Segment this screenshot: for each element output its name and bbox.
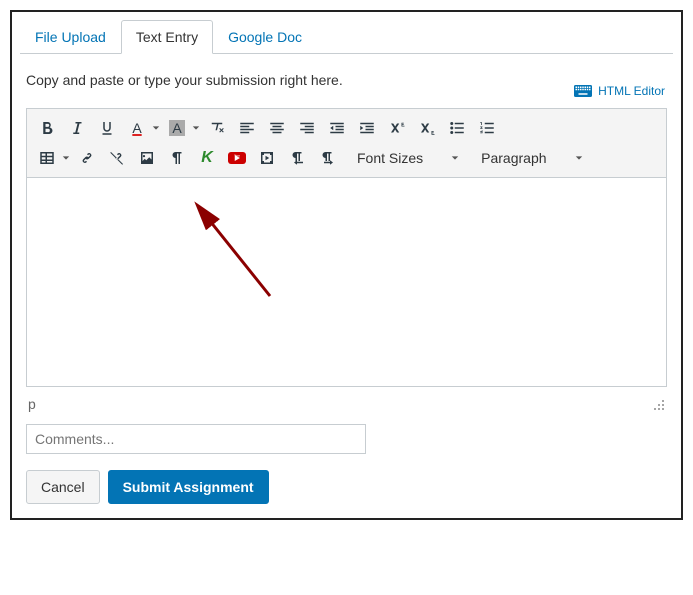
bold-icon — [38, 119, 56, 137]
pilcrow-button[interactable] — [163, 145, 191, 171]
html-editor-toggle[interactable]: HTML Editor — [574, 84, 665, 98]
font-sizes-label: Font Sizes — [357, 150, 423, 166]
bg-color-icon: A — [169, 120, 184, 136]
clear-formatting-button[interactable] — [203, 115, 231, 141]
align-right-button[interactable] — [293, 115, 321, 141]
ltr-button[interactable] — [283, 145, 311, 171]
youtube-button[interactable]: You — [223, 145, 251, 171]
action-buttons: Cancel Submit Assignment — [26, 470, 667, 504]
pilcrow-icon — [168, 149, 186, 167]
keyboard-icon — [574, 84, 592, 98]
bold-button[interactable] — [33, 115, 61, 141]
outdent-icon — [328, 119, 346, 137]
toolbar-row-1: A A — [33, 113, 660, 143]
align-left-button[interactable] — [233, 115, 261, 141]
media-button[interactable] — [253, 145, 281, 171]
bullet-list-button[interactable] — [443, 115, 471, 141]
ltr-icon — [288, 149, 306, 167]
outdent-button[interactable] — [323, 115, 351, 141]
clear-format-icon — [208, 119, 226, 137]
indent-button[interactable] — [353, 115, 381, 141]
font-sizes-select[interactable]: Font Sizes — [351, 148, 465, 168]
indent-icon — [358, 119, 376, 137]
numbered-list-icon — [478, 119, 496, 137]
instruction-text: Copy and paste or type your submission r… — [26, 72, 667, 88]
align-center-icon — [268, 119, 286, 137]
subscript-icon — [418, 119, 436, 137]
paragraph-select[interactable]: Paragraph — [475, 148, 588, 168]
link-icon — [78, 149, 96, 167]
image-icon — [138, 149, 156, 167]
align-right-icon — [298, 119, 316, 137]
rtl-button[interactable] — [313, 145, 341, 171]
tab-google-doc[interactable]: Google Doc — [213, 20, 317, 54]
superscript-button[interactable] — [383, 115, 411, 141]
unlink-icon — [108, 149, 126, 167]
chevron-down-icon — [451, 154, 459, 162]
image-button[interactable] — [133, 145, 161, 171]
svg-text:You: You — [234, 154, 240, 158]
italic-button[interactable] — [63, 115, 91, 141]
subscript-button[interactable] — [413, 115, 441, 141]
chevron-down-icon — [191, 124, 201, 132]
rtl-icon — [318, 149, 336, 167]
toolbar-row-2: K You Font Sizes Paragraph — [33, 143, 660, 173]
k-icon: K — [201, 149, 213, 167]
superscript-icon — [388, 119, 406, 137]
editor-status-bar: p — [26, 390, 667, 418]
numbered-list-button[interactable] — [473, 115, 501, 141]
tab-bar: File Upload Text Entry Google Doc — [20, 20, 673, 54]
equation-button[interactable]: K — [193, 145, 221, 171]
tab-file-upload[interactable]: File Upload — [20, 20, 121, 54]
comments-input[interactable] — [26, 424, 366, 454]
text-color-button[interactable]: A — [123, 115, 161, 141]
assignment-panel: File Upload Text Entry Google Doc Copy a… — [10, 10, 683, 520]
cancel-button[interactable]: Cancel — [26, 470, 100, 504]
chevron-down-icon — [575, 154, 583, 162]
rich-text-editor[interactable] — [26, 177, 667, 387]
rich-text-toolbar: A A — [26, 108, 667, 177]
bg-color-button[interactable]: A — [163, 115, 201, 141]
paragraph-label: Paragraph — [481, 150, 546, 166]
align-center-button[interactable] — [263, 115, 291, 141]
youtube-icon: You — [227, 151, 247, 165]
align-left-icon — [238, 119, 256, 137]
tab-text-entry[interactable]: Text Entry — [121, 20, 213, 54]
resize-handle[interactable] — [653, 398, 665, 410]
media-icon — [258, 149, 276, 167]
text-color-icon: A — [132, 120, 141, 136]
table-button[interactable] — [33, 145, 71, 171]
chevron-down-icon — [151, 124, 161, 132]
resize-icon — [653, 399, 665, 411]
element-path: p — [28, 396, 36, 412]
link-button[interactable] — [73, 145, 101, 171]
tab-content: Copy and paste or type your submission r… — [20, 54, 673, 510]
html-editor-label: HTML Editor — [598, 84, 665, 98]
underline-icon — [98, 119, 116, 137]
underline-button[interactable] — [93, 115, 121, 141]
italic-icon — [68, 119, 86, 137]
unlink-button[interactable] — [103, 145, 131, 171]
chevron-down-icon — [61, 154, 71, 162]
submit-button[interactable]: Submit Assignment — [108, 470, 269, 504]
bullet-list-icon — [448, 119, 466, 137]
table-icon — [38, 149, 56, 167]
